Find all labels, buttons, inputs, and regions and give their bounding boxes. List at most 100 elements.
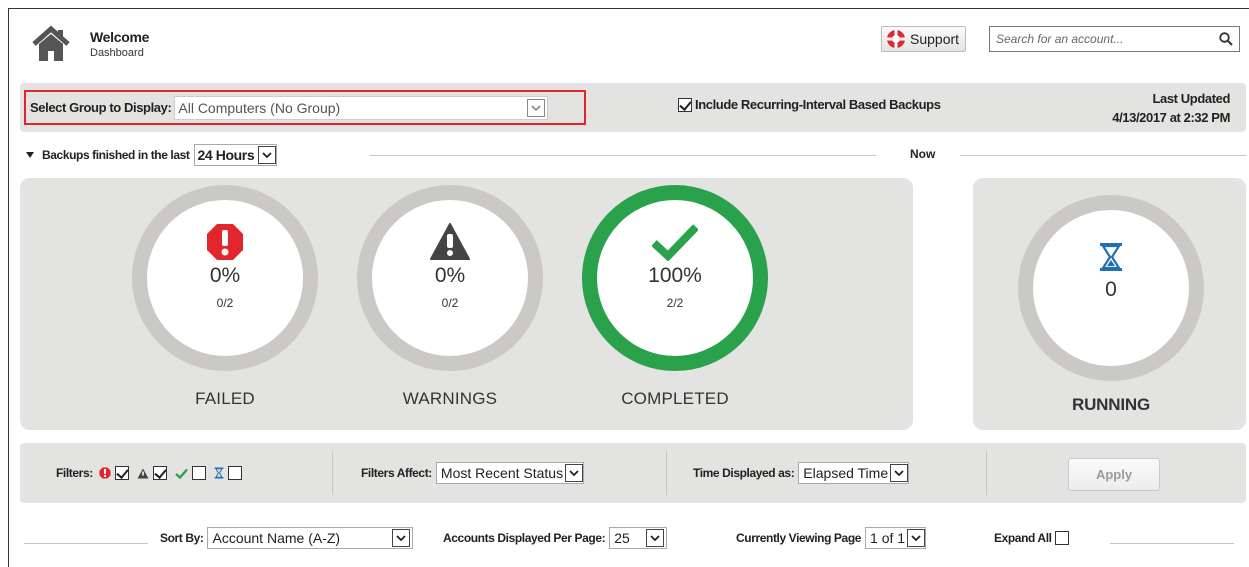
period-select-value: 24 Hours [197,147,255,163]
stat-title: FAILED [195,389,255,408]
account-search[interactable] [989,26,1240,52]
status-ring: 0 [1018,195,1204,381]
per-page-group: Accounts Displayed Per Page: 25 [443,526,668,550]
running-panel: 0 RUNNING [973,178,1246,430]
breadcrumb[interactable]: Dashboard [90,47,149,59]
group-selector-highlight: Select Group to Display: All Computers (… [24,90,586,125]
running-title: RUNNING [1072,395,1150,414]
stat-running[interactable]: 0 RUNNING [1018,195,1204,415]
last-updated-label: Last Updated [1152,91,1230,106]
divider [370,155,876,156]
expand-all-label: Expand All [994,531,1052,545]
stat-fraction: 0/2 [216,296,234,310]
period-row: Backups finished in the last 24 Hours [26,144,278,166]
divider [1110,543,1234,544]
sort-group: Sort By: Account Name (A-Z) [160,526,414,550]
include-recurring-checkbox[interactable] [678,97,692,112]
last-updated: Last Updated 4/13/2017 at 2:32 PM [1112,89,1230,127]
include-recurring-toggle[interactable]: Include Recurring-Interval Based Backups [678,97,941,112]
stat-title: COMPLETED [621,389,729,408]
status-ring: 100% 2/2 [582,185,768,371]
group-select-value: All Computers (No Group) [178,99,341,116]
period-select[interactable]: 24 Hours [193,144,278,166]
warning-triangle-icon [430,223,470,260]
header: Welcome Dashboard [30,24,149,64]
filter-warnings-checkbox[interactable] [152,466,167,480]
filters-bar: Filters: Filters Affect: Most Recent Sta… [20,443,1246,503]
header-text: Welcome Dashboard [90,29,149,59]
divider [24,543,148,544]
divider [960,155,1246,156]
filters-label: Filters: [56,466,93,480]
group-label: Select Group to Display: [30,100,172,115]
divider [986,451,987,495]
period-label: Backups finished in the last [42,148,190,162]
filters-affect-label: Filters Affect: [361,466,432,480]
divider [332,451,333,495]
per-page-select[interactable]: 25 [609,527,668,549]
chevron-down-icon[interactable] [392,529,411,547]
filter-running-checkbox[interactable] [227,466,242,480]
support-button[interactable]: Support [881,26,967,52]
per-page-label: Accounts Displayed Per Page: [443,531,606,545]
chevron-down-icon[interactable] [646,529,665,547]
stat-percent: 0% [209,264,241,287]
time-display-label: Time Displayed as: [693,466,795,480]
page-value: 1 of 1 [870,530,906,546]
page-title: Welcome [90,29,150,45]
expand-all-toggle[interactable]: Expand All [994,526,1069,550]
group-select[interactable]: All Computers (No Group) [174,95,549,120]
group-bar: Select Group to Display: All Computers (… [20,83,1246,132]
time-display-select[interactable]: Elapsed Time [798,462,910,484]
warning-triangle-icon [137,468,149,478]
sort-select[interactable]: Account Name (A-Z) [207,527,414,549]
stat-percent: 0% [434,264,466,287]
stat-percent: 100% [648,264,702,287]
time-display-value: Elapsed Time [803,465,889,481]
status-ring: 0% 0/2 [132,185,318,371]
chevron-down-icon[interactable] [890,464,909,482]
checkmark-icon [652,224,698,261]
hourglass-icon [1100,243,1122,271]
running-count: 0 [1105,278,1117,301]
chevron-down-icon[interactable] [565,464,584,482]
error-octagon-icon [207,224,243,260]
stat-fraction: 2/2 [666,296,684,310]
sort-value: Account Name (A-Z) [212,530,341,546]
filter-group: Filters: [56,443,242,503]
expand-all-checkbox[interactable] [1054,531,1069,545]
lifebuoy-icon [887,30,905,48]
include-recurring-label: Include Recurring-Interval Based Backups [695,97,941,112]
filter-completed-checkbox[interactable] [191,466,206,480]
chevron-down-icon[interactable] [258,146,277,164]
support-label: Support [910,31,960,47]
per-page-value: 25 [614,530,630,546]
backup-stats-panel: 0% 0/2 FAILED 0% 0/2 WARNINGS 100% 2/2 C… [20,178,913,430]
last-updated-value: 4/13/2017 at 2:32 PM [1112,110,1230,125]
search-input[interactable] [996,32,1219,46]
apply-button[interactable]: Apply [1068,458,1160,491]
now-label: Now [910,147,936,161]
stat-completed[interactable]: 100% 2/2 COMPLETED [582,185,768,409]
sort-row: Sort By: Account Name (A-Z) Accounts Dis… [0,526,1249,550]
page-label: Currently Viewing Page [736,531,862,545]
page-select[interactable]: 1 of 1 [865,527,927,549]
filter-failed-checkbox[interactable] [114,466,129,480]
stat-failed[interactable]: 0% 0/2 FAILED [132,185,318,409]
divider [666,451,667,495]
time-display-group: Time Displayed as: Elapsed Time [693,443,910,503]
chevron-down-icon[interactable] [907,529,926,547]
stat-warnings[interactable]: 0% 0/2 WARNINGS [357,185,543,409]
sort-label: Sort By: [160,531,204,545]
hourglass-icon [214,467,224,479]
home-icon[interactable] [30,24,72,64]
search-icon[interactable] [1219,32,1233,46]
stat-title: WARNINGS [402,389,498,408]
chevron-down-icon[interactable] [527,98,546,117]
filters-affect-group: Filters Affect: Most Recent Status [361,443,585,503]
filters-affect-value: Most Recent Status [440,465,564,481]
error-octagon-icon [99,467,111,479]
filters-affect-select[interactable]: Most Recent Status [435,462,585,484]
status-ring: 0% 0/2 [357,185,543,371]
collapse-triangle-icon[interactable] [26,152,34,158]
